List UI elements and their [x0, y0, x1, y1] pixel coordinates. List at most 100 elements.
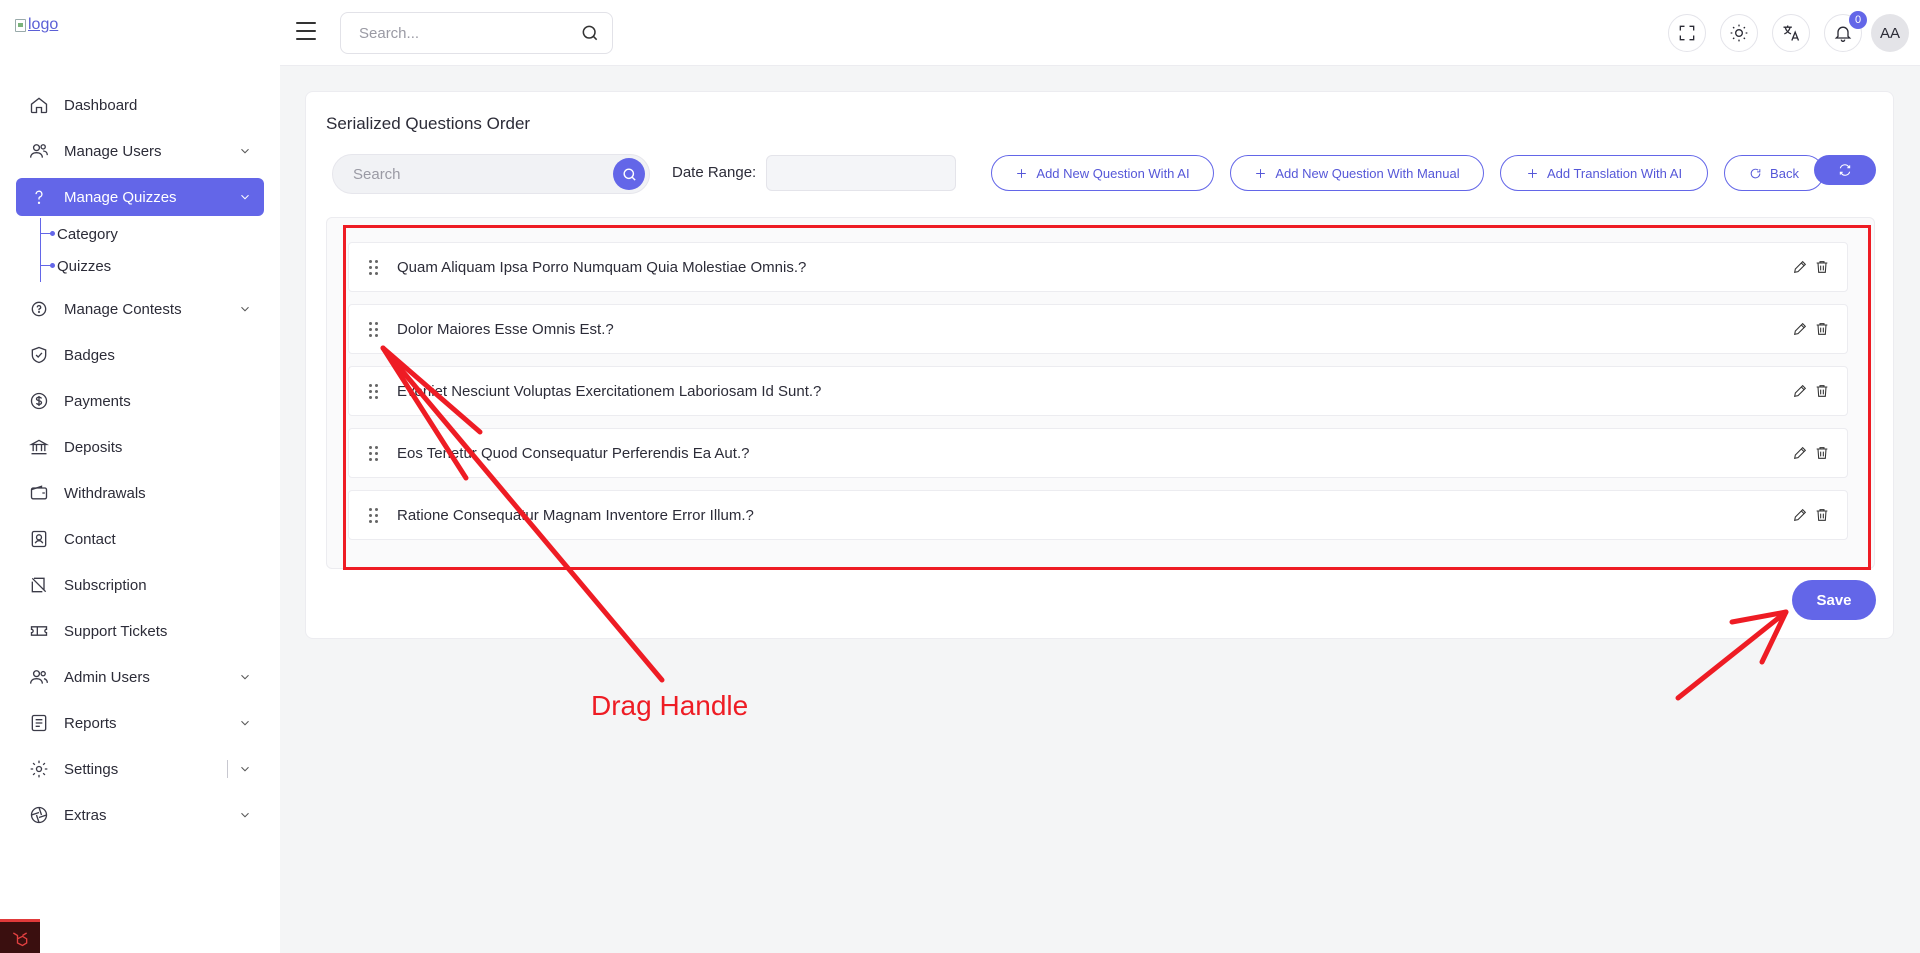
add-question-manual-button[interactable]: Add New Question With Manual — [1230, 155, 1484, 191]
sidebar-item-label: Manage Contests — [64, 300, 182, 318]
annotation-highlight-box — [343, 225, 1871, 570]
date-range-input[interactable] — [766, 155, 956, 191]
sidebar-item-admin-users[interactable]: Admin Users — [16, 658, 264, 696]
sync-icon — [1839, 164, 1851, 176]
chevron-down-icon — [238, 762, 252, 776]
subscription-icon — [28, 574, 50, 596]
sidebar-item-contact[interactable]: Contact — [16, 520, 264, 558]
fullscreen-icon — [1679, 25, 1695, 41]
dollar-icon — [28, 390, 50, 412]
plus-icon — [1017, 168, 1027, 178]
wallet-icon — [28, 482, 50, 504]
logo-alt-text: logo — [28, 16, 59, 33]
sidebar-item-extras[interactable]: Extras — [16, 796, 264, 834]
theme-toggle-button[interactable] — [1720, 14, 1758, 52]
logo[interactable]: logo — [15, 16, 58, 34]
sidebar-item-label: Settings — [64, 760, 119, 778]
sidebar-item-settings[interactable]: Settings — [16, 750, 264, 788]
sidebar-item-label: Withdrawals — [64, 484, 146, 502]
annotation-label: Drag Handle — [591, 690, 749, 721]
global-search — [340, 12, 613, 54]
add-question-ai-button[interactable]: Add New Question With AI — [991, 155, 1214, 191]
sidebar-item-label: Dashboard — [64, 96, 138, 114]
toolbar: Date Range: Add New Question With AI Add… — [332, 154, 1892, 194]
back-button[interactable]: Back — [1724, 155, 1824, 191]
sidebar-item-reports[interactable]: Reports — [16, 704, 264, 742]
sidebar-item-label: Deposits — [64, 438, 123, 456]
sidebar-item-badges[interactable]: Badges — [16, 336, 264, 374]
date-range-label: Date Range: — [672, 164, 757, 181]
button-label: Add Translation With AI — [1546, 165, 1683, 181]
sidebar-item-label: Badges — [64, 346, 115, 364]
search-button[interactable] — [613, 158, 645, 190]
sidebar-item-label: Manage Quizzes — [64, 188, 177, 206]
sidebar-item-manage-quizzes[interactable]: Manage Quizzes — [16, 178, 264, 216]
gear-icon — [28, 758, 50, 780]
sidebar-item-label: Support Tickets — [64, 622, 168, 640]
sidebar-item-subscription[interactable]: Subscription — [16, 566, 264, 604]
users-icon — [28, 140, 50, 162]
sidebar-item-dashboard[interactable]: Dashboard — [16, 86, 264, 124]
sidebar-item-label: Admin Users — [64, 668, 150, 686]
button-label: Back — [1770, 165, 1799, 181]
chevron-down-icon — [238, 808, 252, 822]
divider — [227, 760, 228, 778]
chevron-down-icon — [238, 716, 252, 730]
notification-count-badge: 0 — [1849, 11, 1867, 29]
report-icon — [28, 712, 50, 734]
notifications-button[interactable]: 0 — [1824, 11, 1867, 52]
sidebar-item-support-tickets[interactable]: Support Tickets — [16, 612, 264, 650]
sidebar-item-label: Manage Users — [64, 142, 162, 160]
fullscreen-button[interactable] — [1668, 14, 1706, 52]
search-icon[interactable] — [580, 23, 600, 43]
quizzes-submenu: Category Quizzes — [40, 218, 264, 282]
button-label: Add New Question With Manual — [1275, 165, 1460, 181]
question-search-input[interactable] — [353, 165, 613, 183]
sidebar-item-manage-users[interactable]: Manage Users — [16, 132, 264, 170]
sidebar: logo Dashboard Manage Users Manage Quizz… — [0, 0, 280, 953]
sidebar-item-label: Payments — [64, 392, 131, 410]
sync-button[interactable] — [1814, 155, 1876, 185]
chevron-down-icon — [238, 670, 252, 684]
ticket-icon — [28, 620, 50, 642]
menu-toggle-icon[interactable] — [294, 20, 318, 42]
global-search-input[interactable] — [359, 24, 580, 42]
save-button[interactable]: Save — [1792, 580, 1876, 620]
sidebar-item-label: Subscription — [64, 576, 147, 594]
avatar[interactable]: AA — [1871, 14, 1909, 52]
language-button[interactable] — [1772, 14, 1810, 52]
sidebar-item-deposits[interactable]: Deposits — [16, 428, 264, 466]
page-title: Serialized Questions Order — [326, 114, 531, 133]
chevron-down-icon — [238, 190, 252, 204]
translate-icon — [1783, 25, 1800, 41]
question-search — [332, 154, 650, 194]
button-label: Add New Question With AI — [1036, 165, 1190, 181]
contact-icon — [28, 528, 50, 550]
bank-icon — [28, 436, 50, 458]
sidebar-subitem-quizzes[interactable]: Quizzes — [41, 250, 264, 282]
broken-image-icon — [15, 18, 26, 32]
sidebar-item-payments[interactable]: Payments — [16, 382, 264, 420]
sidebar-subitem-category[interactable]: Category — [41, 218, 264, 250]
shield-check-icon — [28, 344, 50, 366]
sidebar-nav: Dashboard Manage Users Manage Quizzes Ca… — [16, 86, 264, 842]
refresh-icon — [1750, 168, 1761, 178]
contest-icon — [28, 298, 50, 320]
sidebar-item-manage-contests[interactable]: Manage Contests — [16, 290, 264, 328]
search-icon — [622, 167, 636, 181]
aperture-icon — [28, 804, 50, 826]
chevron-down-icon — [238, 302, 252, 316]
laravel-icon[interactable] — [0, 919, 40, 953]
admin-users-icon — [28, 666, 50, 688]
sidebar-item-label: Contact — [64, 530, 116, 548]
plus-icon — [1256, 168, 1266, 178]
sun-icon — [1730, 24, 1748, 42]
question-icon — [28, 186, 50, 208]
add-translation-ai-button[interactable]: Add Translation With AI — [1500, 155, 1708, 191]
chevron-down-icon — [238, 144, 252, 158]
bell-icon — [1834, 26, 1852, 42]
sidebar-item-withdrawals[interactable]: Withdrawals — [16, 474, 264, 512]
home-icon — [28, 94, 50, 116]
sidebar-item-label: Extras — [64, 806, 107, 824]
topbar: 0 AA — [280, 0, 1920, 66]
